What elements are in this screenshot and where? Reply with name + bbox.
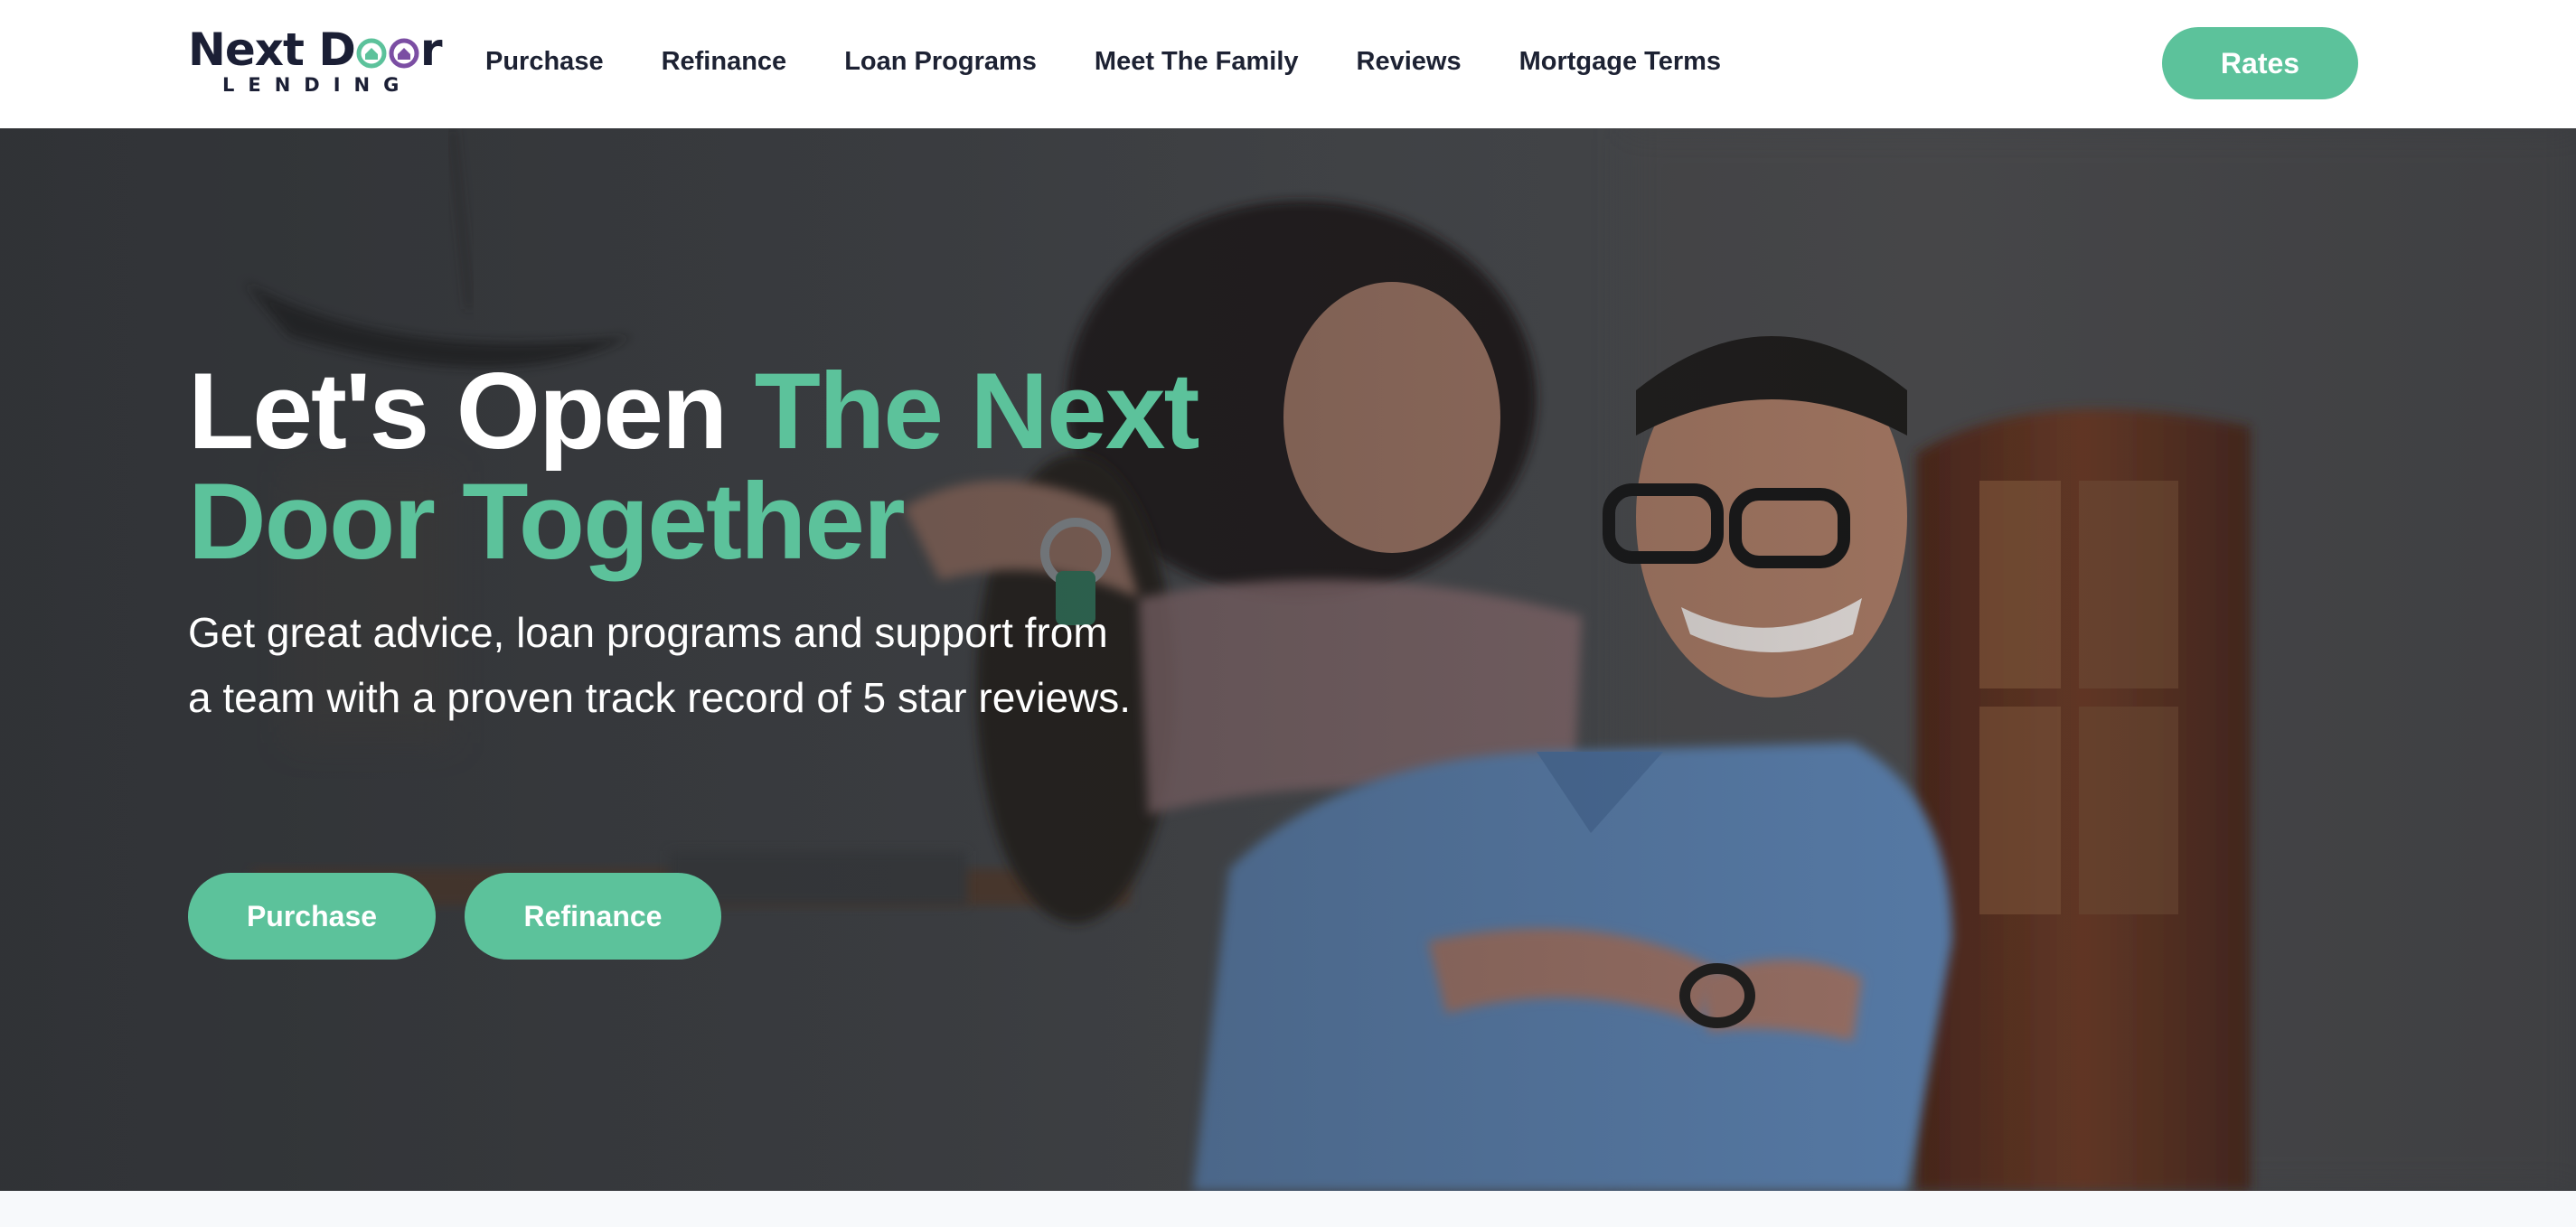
- logo-subline: LENDING: [222, 74, 413, 96]
- nav-reviews[interactable]: Reviews: [1357, 42, 1462, 81]
- nav-refinance[interactable]: Refinance: [662, 42, 787, 81]
- nav-meet-the-family[interactable]: Meet The Family: [1095, 42, 1299, 81]
- hero-headline-white: Let's Open: [188, 351, 755, 472]
- logo-text-r: r: [419, 23, 443, 76]
- nav-loan-programs[interactable]: Loan Programs: [844, 42, 1037, 81]
- logo-text-next-d: Next D: [188, 23, 356, 76]
- below-hero-strip: [0, 1191, 2576, 1227]
- hero-headline: Let's Open The Next Door Together: [188, 356, 1363, 576]
- main-nav: Purchase Refinance Loan Programs Meet Th…: [485, 42, 1779, 81]
- hero-purchase-button[interactable]: Purchase: [188, 873, 436, 960]
- hero-refinance-button[interactable]: Refinance: [465, 873, 721, 960]
- rates-button[interactable]: Rates: [2162, 27, 2358, 99]
- site-header: Next D r LENDING Purchase Refinance Loan…: [0, 0, 2576, 128]
- hero-subtitle: Get great advice, loan programs and supp…: [188, 609, 1132, 721]
- logo-wordmark: Next D r: [188, 27, 442, 72]
- green-house-o-icon: [356, 38, 387, 69]
- nav-mortgage-terms[interactable]: Mortgage Terms: [1519, 42, 1721, 81]
- next-door-lending-logo[interactable]: Next D r LENDING: [188, 27, 442, 98]
- purple-house-o-icon: [389, 38, 419, 69]
- hero-section: Let's Open The Next Door Together Get gr…: [0, 128, 2576, 1191]
- nav-purchase[interactable]: Purchase: [485, 42, 604, 81]
